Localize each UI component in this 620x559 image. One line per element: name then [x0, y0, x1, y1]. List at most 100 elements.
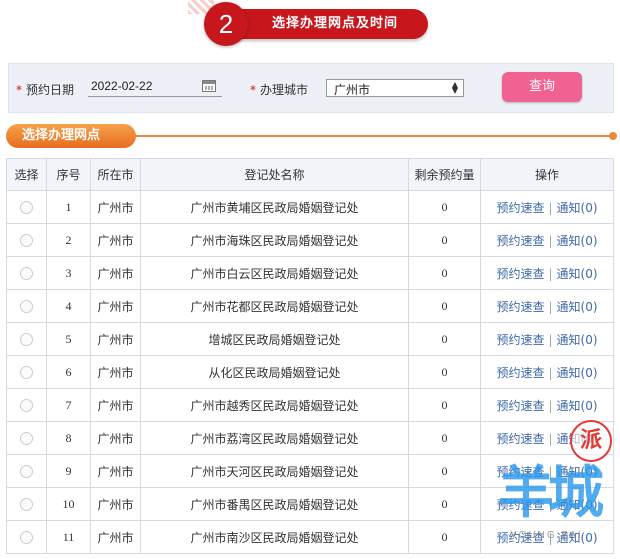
row-radio[interactable] [20, 267, 33, 280]
row-select-cell [6, 289, 47, 323]
notify-link[interactable]: 通知(0) [557, 465, 598, 479]
row-city: 广州市 [90, 388, 141, 422]
notify-link[interactable]: 通知(0) [557, 498, 598, 512]
row-radio[interactable] [20, 465, 33, 478]
city-select[interactable]: 广州市 ▲ ▼ [326, 79, 464, 97]
row-office-name: 广州市黄埔区民政局婚姻登记处 [140, 190, 409, 224]
row-actions: 预约速查 | 通知(0) [480, 289, 614, 323]
date-value: 2022-02-22 [91, 79, 153, 93]
row-seq: 9 [46, 454, 91, 488]
row-seq: 6 [46, 355, 91, 389]
col-header-remain: 剩余预约量 [408, 158, 481, 191]
row-radio[interactable] [20, 201, 33, 214]
row-remaining: 0 [408, 454, 481, 488]
row-seq: 4 [46, 289, 91, 323]
table-header-row: 选择 序号 所在市 登记处名称 剩余预约量 操作 [6, 158, 614, 191]
row-radio[interactable] [20, 531, 33, 544]
notify-link[interactable]: 通知(0) [557, 234, 598, 248]
row-city: 广州市 [90, 421, 141, 455]
row-radio[interactable] [20, 498, 33, 511]
row-office-name: 广州市天河区民政局婚姻登记处 [140, 454, 409, 488]
step-number: 2 [204, 2, 248, 46]
col-header-city: 所在市 [90, 158, 141, 191]
row-office-name: 广州市海珠区民政局婚姻登记处 [140, 223, 409, 257]
notify-link[interactable]: 通知(0) [557, 531, 598, 545]
quick-check-link[interactable]: 预约速查 [496, 201, 544, 215]
notify-link[interactable]: 通知(0) [557, 300, 598, 314]
date-label: 预约日期 [26, 83, 75, 97]
row-actions: 预约速查 | 通知(0) [480, 388, 614, 422]
notify-link[interactable]: 通知(0) [557, 333, 598, 347]
notify-link[interactable]: 通知(0) [557, 366, 598, 380]
quick-check-link[interactable]: 预约速查 [496, 267, 544, 281]
row-select-cell [6, 520, 47, 554]
row-seq: 3 [46, 256, 91, 290]
calendar-icon[interactable] [202, 80, 216, 92]
step-header: 2 选择办理网点及时间 [0, 0, 620, 50]
row-remaining: 0 [408, 322, 481, 356]
row-remaining: 0 [408, 388, 481, 422]
row-remaining: 0 [408, 223, 481, 257]
row-select-cell [6, 487, 47, 521]
city-value: 广州市 [334, 83, 371, 97]
quick-check-link[interactable]: 预约速查 [496, 465, 544, 479]
row-actions: 预约速查 | 通知(0) [480, 355, 614, 389]
row-office-name: 广州市番禺区民政局婚姻登记处 [140, 487, 409, 521]
query-button[interactable]: 查询 [502, 72, 582, 102]
city-label-wrap: * 办理城市 [250, 81, 308, 98]
col-header-seq: 序号 [46, 158, 91, 191]
row-seq: 8 [46, 421, 91, 455]
row-select-cell [6, 421, 47, 455]
row-office-name: 广州市白云区民政局婚姻登记处 [140, 256, 409, 290]
row-city: 广州市 [90, 454, 141, 488]
date-label-wrap: * 预约日期 [16, 81, 74, 98]
quick-check-link[interactable]: 预约速查 [496, 234, 544, 248]
row-office-name: 广州市南沙区民政局婚姻登记处 [140, 520, 409, 554]
table-row: 8 广州市 广州市荔湾区民政局婚姻登记处 0 预约速查 | 通知(0) [6, 421, 614, 455]
notify-link[interactable]: 通知(0) [557, 267, 598, 281]
col-header-name: 登记处名称 [140, 158, 409, 191]
quick-check-link[interactable]: 预约速查 [496, 531, 544, 545]
notify-link[interactable]: 通知(0) [557, 399, 598, 413]
table-row: 9 广州市 广州市天河区民政局婚姻登记处 0 预约速查 | 通知(0) [6, 454, 614, 488]
action-separator: | [548, 398, 553, 413]
row-seq: 11 [46, 520, 91, 554]
table-row: 1 广州市 广州市黄埔区民政局婚姻登记处 0 预约速查 | 通知(0) [6, 190, 614, 224]
col-header-action: 操作 [480, 158, 614, 191]
row-city: 广州市 [90, 223, 141, 257]
row-actions: 预约速查 | 通知(0) [480, 223, 614, 257]
action-separator: | [548, 365, 553, 380]
row-city: 广州市 [90, 487, 141, 521]
row-seq: 5 [46, 322, 91, 356]
section-divider [106, 135, 611, 137]
row-office-name: 从化区民政局婚姻登记处 [140, 355, 409, 389]
action-separator: | [548, 299, 553, 314]
quick-check-link[interactable]: 预约速查 [496, 432, 544, 446]
row-office-name: 广州市越秀区民政局婚姻登记处 [140, 388, 409, 422]
quick-check-link[interactable]: 预约速查 [496, 300, 544, 314]
row-radio[interactable] [20, 399, 33, 412]
quick-check-link[interactable]: 预约速查 [496, 399, 544, 413]
notify-link[interactable]: 通知(0) [557, 432, 598, 446]
quick-check-link[interactable]: 预约速查 [496, 366, 544, 380]
row-select-cell [6, 190, 47, 224]
quick-check-link[interactable]: 预约速查 [496, 333, 544, 347]
row-radio[interactable] [20, 366, 33, 379]
notify-link[interactable]: 通知(0) [557, 201, 598, 215]
quick-check-link[interactable]: 预约速查 [496, 498, 544, 512]
action-separator: | [548, 431, 553, 446]
action-separator: | [548, 233, 553, 248]
row-actions: 预约速查 | 通知(0) [480, 421, 614, 455]
table-row: 10 广州市 广州市番禺区民政局婚姻登记处 0 预约速查 | 通知(0) [6, 487, 614, 521]
row-radio[interactable] [20, 333, 33, 346]
row-radio[interactable] [20, 300, 33, 313]
table-row: 7 广州市 广州市越秀区民政局婚姻登记处 0 预约速查 | 通知(0) [6, 388, 614, 422]
row-seq: 2 [46, 223, 91, 257]
filter-bar: * 预约日期 2022-02-22 * 办理城市 广州市 ▲ ▼ 查询 [8, 63, 614, 113]
row-remaining: 0 [408, 355, 481, 389]
office-table: 选择 序号 所在市 登记处名称 剩余预约量 操作 1 广州市 广州市黄埔区民政局婚姻… [6, 158, 614, 554]
row-actions: 预约速查 | 通知(0) [480, 487, 614, 521]
row-radio[interactable] [20, 234, 33, 247]
row-radio[interactable] [20, 432, 33, 445]
row-select-cell [6, 355, 47, 389]
